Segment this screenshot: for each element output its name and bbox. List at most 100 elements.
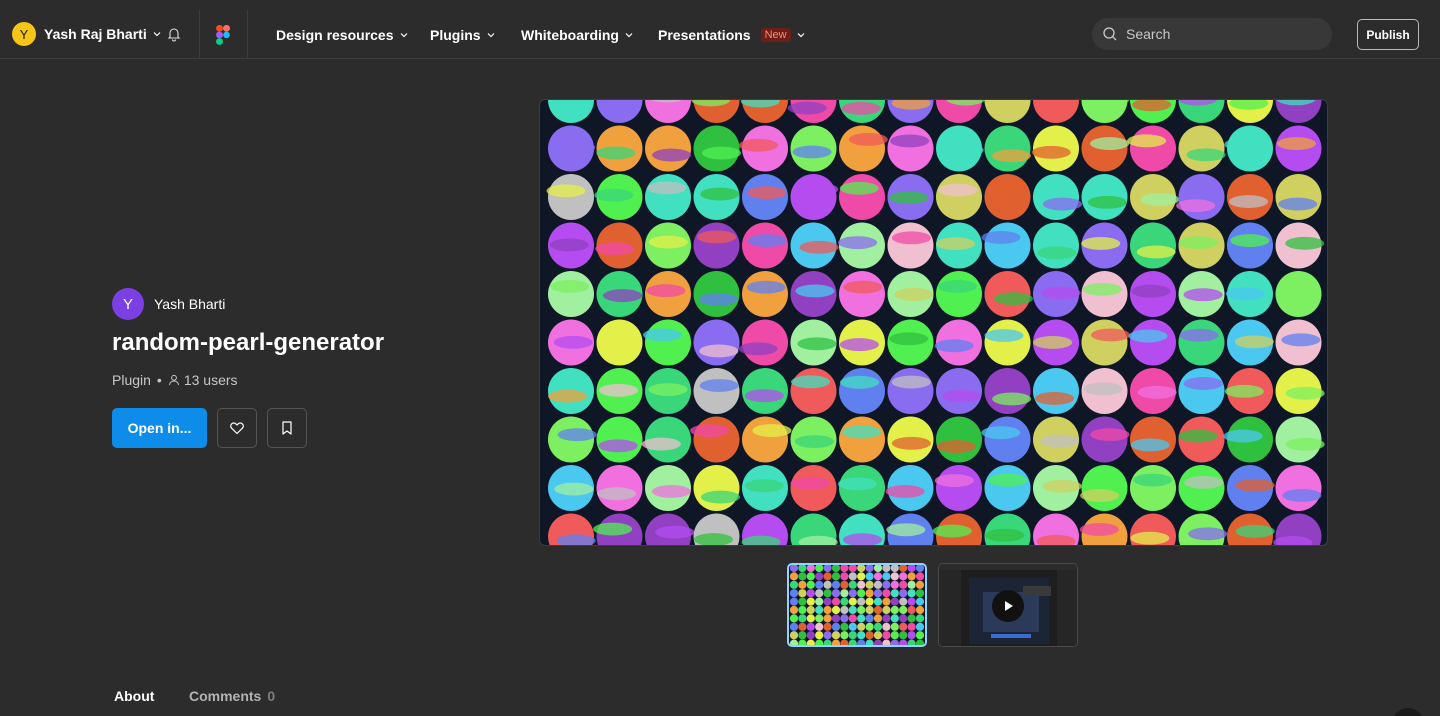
pearl-swirl [1179,328,1219,342]
pearl [936,416,982,463]
thumbnail-video[interactable] [938,563,1078,647]
publish-button[interactable]: Publish [1357,19,1419,50]
preview-image[interactable] [539,99,1328,546]
pearl-swirl [981,230,1021,244]
nav-whiteboarding[interactable]: Whiteboarding [521,26,633,44]
pearl-swirl [797,337,837,351]
pearl [857,622,866,631]
pearl [899,639,908,645]
user-menu[interactable]: Y Yash Raj Bharti [12,22,161,46]
pearl-swirl [1183,377,1223,390]
pearl-swirl [1041,286,1081,300]
pearl [915,565,925,573]
pearl-swirl [1130,531,1170,545]
pearl [899,589,908,598]
pearl-swirl [944,143,984,157]
pearl [873,597,883,606]
help-button[interactable] [1392,708,1424,716]
search-input[interactable]: Search [1092,18,1332,50]
bookmark-button[interactable] [267,408,307,448]
pearl [984,319,1031,366]
pearl [645,125,691,172]
pearl [907,614,916,623]
pearl-swirl [799,182,839,196]
pearl [1130,319,1176,366]
pearl-swirl [839,338,879,352]
pearl-swirl [652,148,692,162]
pearl-swirl [698,292,738,306]
pearl-swirl [655,525,695,539]
pearl [815,639,824,645]
pearl-swirl [1188,527,1228,541]
pearl [873,614,883,623]
open-in-button[interactable]: Open in... [112,408,207,448]
nav-presentations[interactable]: Presentations New [658,26,805,44]
pearl [899,597,908,606]
bell-icon[interactable] [166,26,182,42]
pearl-swirl [1090,428,1130,441]
pearl [873,605,883,615]
pearl [890,589,899,598]
tab-about[interactable]: About [114,688,154,704]
pearl [806,614,815,623]
pearl [798,639,807,645]
pearl [840,589,849,598]
pearl [848,605,857,615]
pearl-swirl [992,392,1032,406]
pearl-swirl [885,485,925,498]
nav-design-resources[interactable]: Design resources [276,26,408,44]
author[interactable]: Y Yash Bharti [112,288,225,320]
pearl [839,271,885,317]
pearl [882,631,891,640]
pearl [1275,465,1322,511]
pearl [882,589,891,598]
pearl-swirl [752,424,792,438]
pearl [806,597,815,606]
pearl [1033,368,1079,414]
pearl [857,631,866,640]
pearl-swirl [1080,489,1120,502]
pearl [848,614,857,623]
pearl [857,597,866,606]
pearl-swirl [799,240,839,254]
pearl [865,631,874,640]
pearl [936,271,982,317]
like-button[interactable] [217,408,257,448]
pearl-swirl [842,533,883,545]
pearl [984,368,1031,414]
pearl [798,631,807,640]
pearl-swirl [738,138,778,152]
pearl [815,605,824,615]
pearl-swirl [1178,236,1219,250]
pearl [831,614,841,623]
pearl [1130,222,1176,269]
pearl [915,589,925,598]
pearl [823,605,832,615]
pearl [915,631,925,640]
pearl [823,572,832,581]
thumbnail-image[interactable] [787,563,927,647]
pearl [984,416,1031,463]
pearl [823,597,832,606]
pearl [915,572,925,581]
play-button[interactable] [992,590,1024,622]
pearl [890,565,899,573]
user-name: Yash Raj Bharti [44,26,147,42]
figma-logo[interactable] [216,25,230,45]
pearl-swirl [1285,386,1325,400]
pearl [882,597,891,606]
pearl [865,614,874,623]
tab-comments[interactable]: Comments 0 [189,688,275,704]
pearl-swirl [1285,236,1325,250]
pearl [873,589,883,598]
pearl [823,639,832,645]
pearl-swirl [1087,195,1127,209]
pearl-swirl [991,149,1032,163]
pearl [823,622,832,631]
pearl [1275,174,1322,220]
pearl-swirl [936,237,976,251]
nav-plugins[interactable]: Plugins [430,26,495,44]
pearl [823,589,832,598]
nav-label: Presentations [658,27,751,43]
top-navigation-bar: Y Yash Raj Bharti Design resources Plugi… [0,0,1440,59]
